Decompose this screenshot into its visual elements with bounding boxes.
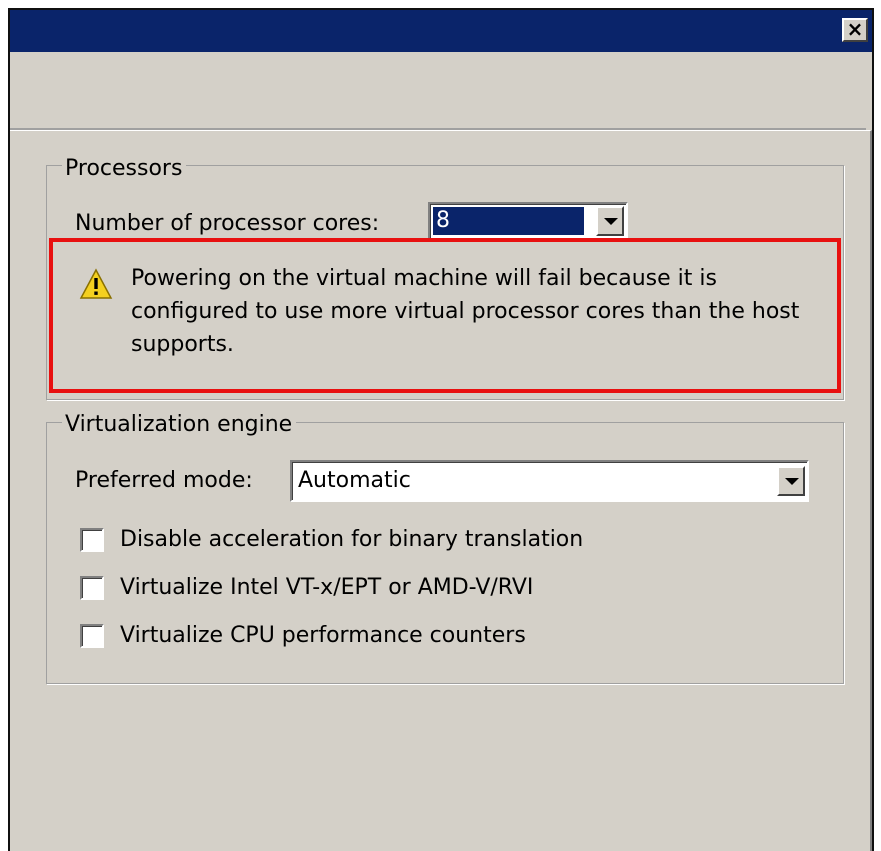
processor-cores-value: 8 — [432, 206, 585, 236]
disable-acceleration-checkbox[interactable] — [80, 528, 104, 552]
dialog-window: × Processors Number of processor cores: … — [8, 8, 874, 851]
checkbox-virtualize-vtx[interactable]: Virtualize Intel VT-x/EPT or AMD-V/RVI — [80, 573, 533, 603]
processors-legend: Processors — [62, 156, 187, 182]
chevron-down-icon[interactable] — [777, 466, 805, 496]
warning-message: Powering on the virtual machine will fai… — [131, 266, 800, 357]
chevron-down-icon[interactable] — [596, 206, 624, 236]
checkbox-label: Virtualize CPU performance counters — [120, 623, 526, 648]
title-bar[interactable]: × — [10, 10, 872, 52]
processor-cores-label: Number of processor cores: — [75, 211, 380, 236]
preferred-mode-value: Automatic — [298, 468, 411, 493]
warning-triangle-icon — [79, 268, 113, 299]
close-button[interactable]: × — [842, 18, 868, 42]
preferred-mode-label: Preferred mode: — [75, 468, 253, 493]
checkbox-disable-acceleration[interactable]: Disable acceleration for binary translat… — [80, 525, 583, 555]
virtualize-perf-counters-checkbox[interactable] — [80, 624, 104, 648]
checkbox-label: Disable acceleration for binary translat… — [120, 527, 584, 552]
warning-highlight: Powering on the virtual machine will fai… — [49, 238, 841, 393]
virtualize-vtx-checkbox[interactable] — [80, 576, 104, 600]
checkbox-virtualize-perf-counters[interactable]: Virtualize CPU performance counters — [80, 621, 526, 651]
checkbox-label: Virtualize Intel VT-x/EPT or AMD-V/RVI — [120, 575, 534, 600]
virtualization-engine-legend: Virtualization engine — [62, 412, 297, 438]
close-icon: × — [846, 17, 864, 41]
preferred-mode-select[interactable]: Automatic — [290, 460, 809, 502]
processor-cores-select[interactable]: 8 — [428, 202, 628, 240]
